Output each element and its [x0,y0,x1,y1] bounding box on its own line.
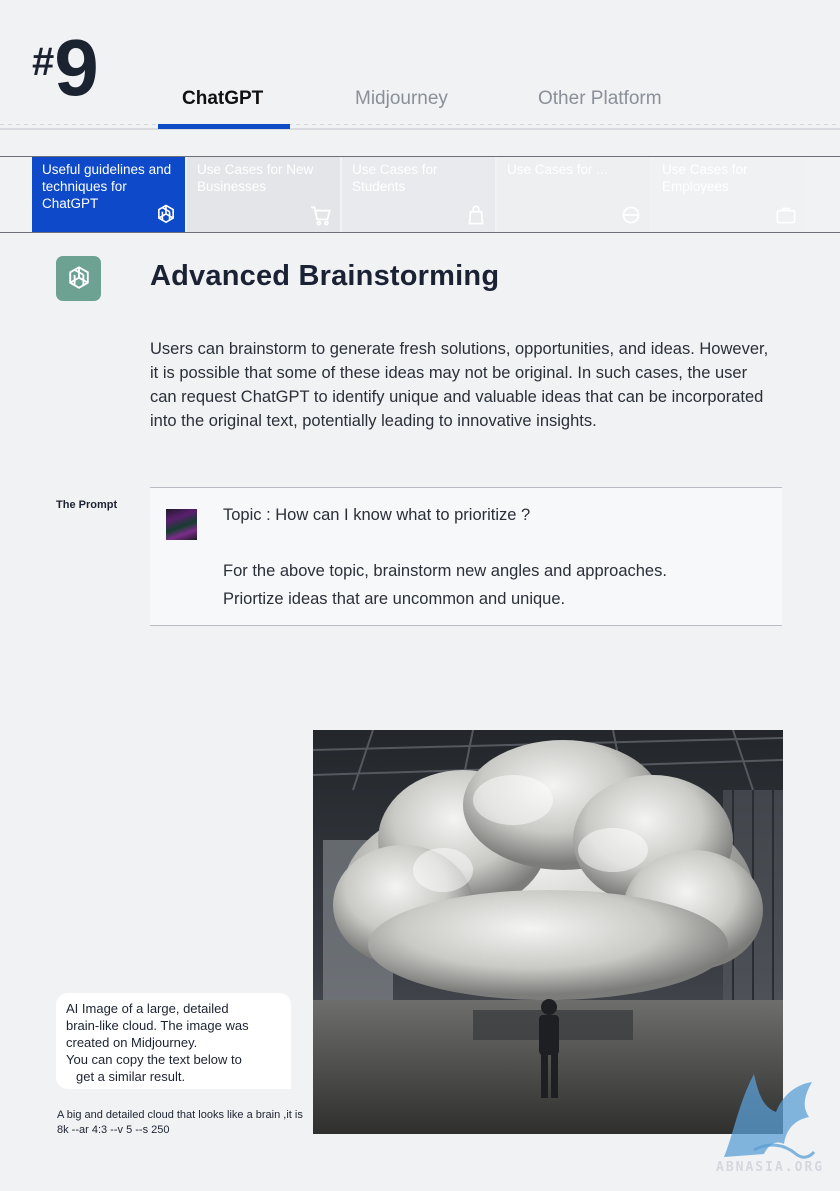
caption-line: You can copy the text below to [66,1052,242,1067]
image-caption-card: AI Image of a large, detailed brain-like… [56,993,291,1089]
category-label: Useful guidelines and techniques for Cha… [42,162,172,211]
category-employees[interactable]: Use Cases for Employees [652,157,805,232]
caption-line: get a similar result. [76,1069,186,1084]
page-number-value: 9 [54,23,98,112]
category-strip-bottom-border [0,232,840,233]
tab-chatgpt[interactable]: ChatGPT [182,88,263,128]
bag-icon [468,205,484,225]
category-label: Use Cases for ... [507,162,608,177]
tabs-divider [0,128,840,130]
ai-generated-cloud-image [313,730,783,1134]
page-number-hash: # [32,40,55,84]
watermark-text: ABNASIA.ORG [716,1160,825,1175]
cart-icon [311,206,331,226]
section-title: Advanced Brainstorming [150,260,500,292]
section-body: Users can brainstorm to generate fresh s… [150,340,769,430]
category-label: Use Cases for Students [352,162,438,194]
category-new-businesses[interactable]: Use Cases for New Businesses [187,157,340,232]
cloud-scene [313,730,783,1134]
tab-midjourney[interactable]: Midjourney [355,88,448,128]
category-students[interactable]: Use Cases for Students [342,157,495,232]
prompt-line-2: Priortize ideas that are uncommon and un… [223,590,566,608]
category-chatgpt-guidelines[interactable]: Useful guidelines and techniques for Cha… [32,157,185,232]
briefcase-icon [776,207,796,224]
box-icon [622,206,640,224]
category-label: Use Cases for Employees [662,162,748,194]
caption-line: created on Midjourney. [66,1035,198,1050]
category-other[interactable]: Use Cases for ... [497,157,650,232]
category-label: Use Cases for New Businesses [197,162,314,194]
caption-line: brain-like cloud. The image was [66,1018,249,1033]
chatgpt-logo-badge [56,256,101,301]
chatgpt-logo-icon [68,265,89,289]
chatgpt-icon [158,204,174,224]
page-number: # 9 [32,23,99,112]
user-avatar [166,509,197,540]
tab-other-platform[interactable]: Other Platform [538,88,662,128]
caption-line: AI Image of a large, detailed [66,1001,229,1016]
prompt-topic: Topic : How can I know what to prioritiz… [223,506,531,524]
prompt-label: The Prompt [56,499,118,511]
midjourney-prompt-text[interactable]: A big and detailed cloud that looks like… [57,1108,307,1138]
active-tab-indicator [158,124,290,129]
prompt-line-1: For the above topic, brainstorm new angl… [223,562,667,580]
